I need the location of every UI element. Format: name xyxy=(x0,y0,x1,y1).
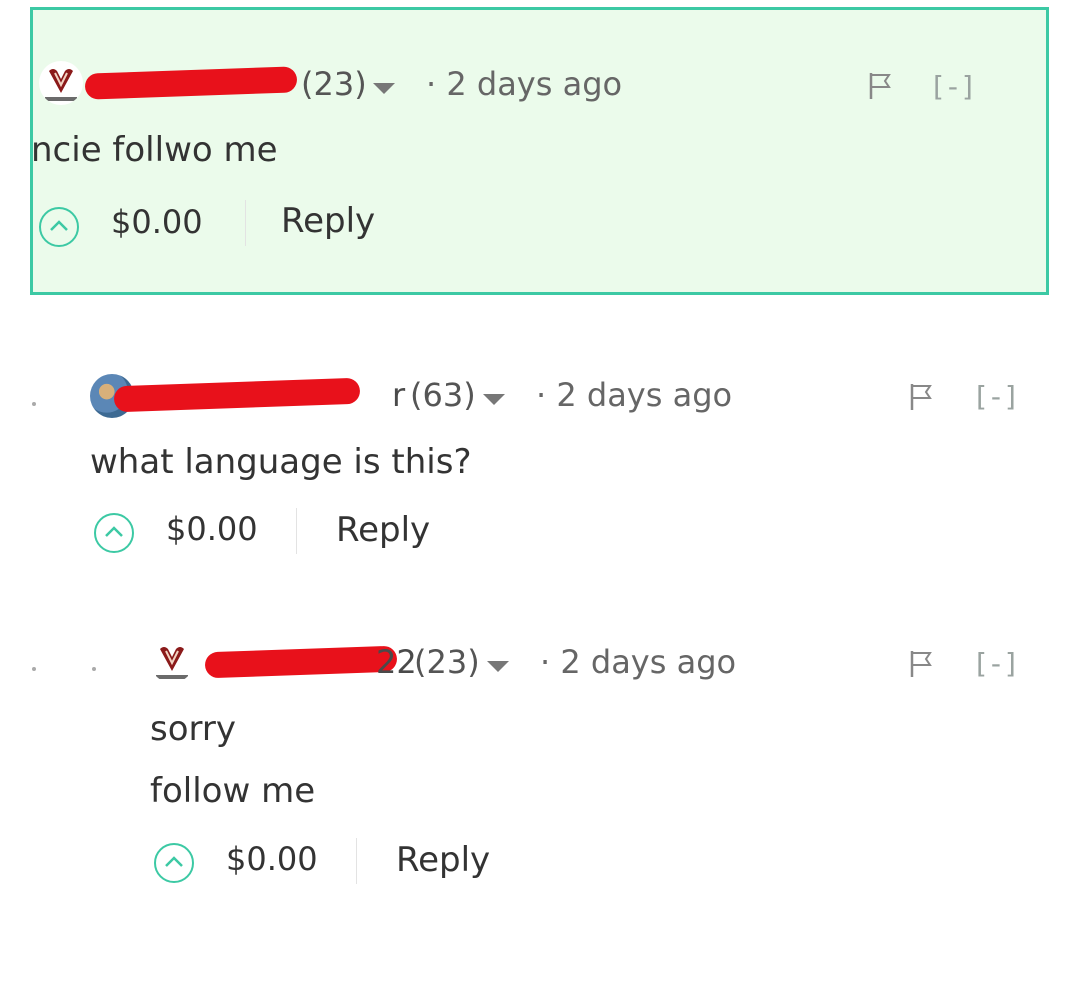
comment-body-line-1: sorry xyxy=(150,709,236,749)
brand-logo-icon xyxy=(45,69,77,101)
upvote-button[interactable] xyxy=(94,513,134,553)
avatar[interactable] xyxy=(150,639,194,683)
flag-icon[interactable] xyxy=(908,382,938,412)
chevron-up-icon xyxy=(105,526,123,537)
indent-marker xyxy=(32,667,36,671)
reply-button[interactable]: Reply xyxy=(336,510,430,550)
collapse-toggle[interactable]: [-] xyxy=(933,70,977,103)
indent-marker xyxy=(92,667,96,671)
collapse-toggle[interactable]: [-] xyxy=(976,380,1020,413)
username-redaction xyxy=(204,645,398,679)
timestamp: · 2 days ago xyxy=(536,376,733,414)
username-redaction xyxy=(84,66,298,100)
comment-body: what language is this? xyxy=(90,442,472,482)
comment-body-line-2: follow me xyxy=(150,771,316,811)
collapse-toggle[interactable]: [-] xyxy=(976,647,1020,680)
reputation-score: (23) xyxy=(414,643,480,681)
timestamp: · 2 days ago xyxy=(426,65,623,103)
indent-marker xyxy=(32,402,36,406)
reputation-score: (63) xyxy=(410,376,476,414)
brand-logo-icon xyxy=(156,647,188,679)
payout-amount[interactable]: $0.00 xyxy=(226,840,318,878)
payout-amount[interactable]: $0.00 xyxy=(166,510,258,548)
comment-3: 22 (23) · 2 days ago [-] sorry follow me… xyxy=(0,625,1080,925)
caret-down-icon[interactable] xyxy=(487,661,509,672)
upvote-button[interactable] xyxy=(154,843,194,883)
comment-body: ncie follwo me xyxy=(31,130,278,170)
username-redaction xyxy=(113,377,361,413)
flag-icon[interactable] xyxy=(867,71,897,101)
comment-2: r (63) · 2 days ago [-] what language is… xyxy=(0,360,1080,570)
caret-down-icon[interactable] xyxy=(373,83,395,94)
chevron-up-icon xyxy=(50,220,68,231)
divider xyxy=(296,508,297,554)
flag-icon[interactable] xyxy=(908,649,938,679)
username-tail: r xyxy=(392,376,406,414)
comment-1: (23) · 2 days ago [-] ncie follwo me $0.… xyxy=(30,7,1049,295)
upvote-button[interactable] xyxy=(39,207,79,247)
avatar[interactable] xyxy=(39,61,83,105)
payout-amount[interactable]: $0.00 xyxy=(111,203,203,241)
reputation-score: (23) xyxy=(301,65,367,103)
username-tail: 22 xyxy=(376,643,417,681)
reply-button[interactable]: Reply xyxy=(281,201,375,241)
chevron-up-icon xyxy=(165,856,183,867)
divider xyxy=(356,838,357,884)
divider xyxy=(245,200,246,246)
timestamp: · 2 days ago xyxy=(540,643,737,681)
caret-down-icon[interactable] xyxy=(483,394,505,405)
reply-button[interactable]: Reply xyxy=(396,840,490,880)
